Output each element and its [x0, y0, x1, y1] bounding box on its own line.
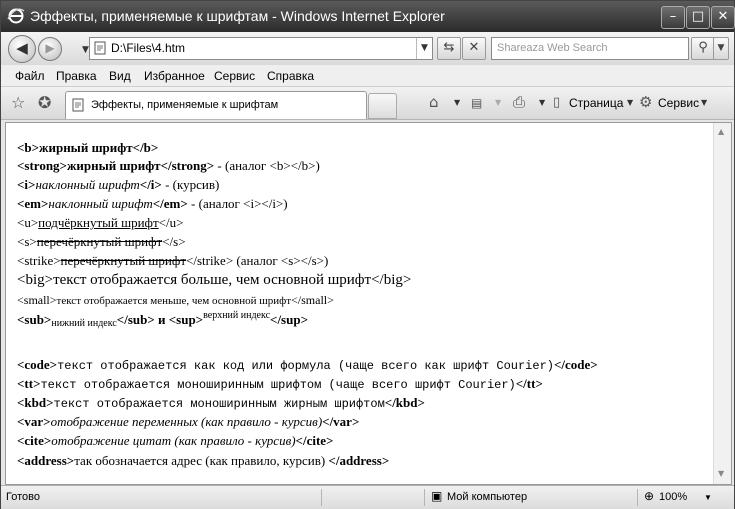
new-tab-button[interactable]	[368, 93, 397, 119]
computer-icon: ▣	[431, 489, 443, 503]
tools-menu[interactable]: Сервис	[658, 96, 699, 110]
title-bar[interactable]: Эффекты, применяемые к шрифтам - Windows…	[1, 1, 735, 32]
status-divider	[424, 489, 425, 506]
feeds-dropdown[interactable]: ▼	[495, 98, 501, 107]
refresh-button[interactable]: ⇆	[437, 37, 461, 60]
content-line: <cite>отображение цитат (как правило - к…	[17, 433, 334, 448]
maximize-button[interactable]: □	[686, 6, 710, 29]
status-text: Готово	[6, 491, 40, 503]
content-line: <kbd>текст отображается моноширинным жир…	[17, 395, 425, 411]
content-line: <strong>жирный шрифт</strong> - (аналог …	[17, 158, 320, 173]
stop-button[interactable]: ✕	[462, 37, 486, 60]
feeds-icon[interactable]: ▤	[471, 96, 482, 110]
scroll-down-icon[interactable]: ▼	[718, 469, 724, 478]
home-icon[interactable]: ⌂	[429, 93, 439, 111]
content-line: <strike>перечёркнутый шрифт</strike> (ан…	[17, 253, 329, 268]
search-input[interactable]: Shareaza Web Search	[497, 42, 607, 54]
close-button[interactable]: ✕	[711, 6, 735, 29]
content-line: <small>текст отображается меньше, чем ос…	[17, 293, 334, 307]
content-line: <s>перечёркнутый шрифт</s>	[17, 234, 186, 249]
gear-icon: ⚙	[639, 93, 653, 111]
page-menu-dropdown[interactable]: ▼	[627, 98, 633, 107]
page-content: <b>жирный шрифт</b> <strong>жирный шрифт…	[5, 122, 732, 485]
favorites-center-icon[interactable]: ☆	[11, 93, 25, 112]
menu-bar: Файл Правка Вид Избранное Сервис Справка	[1, 65, 734, 87]
address-dropdown-button[interactable]: ▼	[416, 38, 432, 59]
address-toolbar: ◀ ▶ ▼ D:\Files\4.htm ▼ ⇆ ✕ Shareaza Web …	[1, 32, 734, 65]
address-input[interactable]: D:\Files\4.htm	[111, 41, 185, 55]
window-title: Эффекты, применяемые к шрифтам - Windows…	[30, 8, 445, 24]
minimize-button[interactable]: –	[661, 6, 685, 29]
tab-active[interactable]: Эффекты, применяемые к шрифтам	[65, 91, 367, 119]
tab-command-bar: ☆ ✪ Эффекты, применяемые к шрифтам ⌂ ▼ ▤…	[1, 87, 734, 120]
content-line: <address>так обозначается адрес (как пра…	[17, 453, 390, 468]
search-button[interactable]: ⚲	[691, 37, 715, 60]
tab-page-icon	[72, 98, 84, 112]
content-line: <var>отображение переменных (как правило…	[17, 414, 360, 429]
content-line: <b>жирный шрифт</b>	[17, 140, 159, 155]
home-dropdown[interactable]: ▼	[454, 98, 460, 107]
content-line: <sub>нижний индекс</sub> и <sup>верхний …	[17, 310, 308, 329]
tools-menu-dropdown[interactable]: ▼	[701, 98, 707, 107]
vertical-scrollbar[interactable]: ▲ ▼	[713, 123, 731, 484]
page-menu[interactable]: Страница	[569, 96, 623, 110]
content-line: <code>текст отображается как код или фор…	[17, 357, 598, 373]
add-favorites-icon[interactable]: ✪	[38, 93, 51, 112]
menu-file[interactable]: Файл	[15, 69, 45, 83]
content-line: <em>наклонный шрифт</em> - (аналог <i></…	[17, 196, 288, 211]
browser-window: Эффекты, применяемые к шрифтам - Windows…	[0, 0, 735, 509]
forward-button[interactable]: ▶	[38, 37, 62, 61]
status-divider	[321, 489, 322, 506]
status-bar: Готово ▣ Мой компьютер ⊕ 100% ▼	[1, 485, 734, 509]
menu-edit[interactable]: Правка	[56, 69, 97, 83]
search-box[interactable]: Shareaza Web Search	[491, 37, 689, 60]
menu-view[interactable]: Вид	[109, 69, 131, 83]
print-dropdown[interactable]: ▼	[539, 98, 545, 107]
search-options-button[interactable]: ▼	[713, 37, 729, 60]
content-line: <tt>текст отображается моноширинным шриф…	[17, 376, 543, 392]
content-line: <u>подчёркнутый шрифт</u>	[17, 215, 184, 230]
zoom-dropdown-icon[interactable]: ▼	[704, 493, 712, 502]
content-line: <i>наклонный шрифт</i> - (курсив)	[17, 177, 220, 192]
page-icon	[94, 41, 106, 55]
menu-favorites[interactable]: Избранное	[144, 69, 205, 83]
menu-help[interactable]: Справка	[267, 69, 314, 83]
back-button[interactable]: ◀	[8, 35, 36, 63]
zoom-icon: ⊕	[644, 489, 655, 503]
status-divider	[637, 489, 638, 506]
tab-title: Эффекты, применяемые к шрифтам	[91, 99, 279, 111]
content-line: <big>текст отображается больше, чем осно…	[17, 272, 412, 288]
security-zone[interactable]: Мой компьютер	[447, 491, 527, 503]
recent-pages-dropdown[interactable]: ▼	[82, 45, 89, 55]
zoom-level[interactable]: 100%	[659, 491, 687, 503]
address-bar[interactable]: D:\Files\4.htm ▼	[89, 37, 433, 60]
ie-logo-icon	[7, 8, 25, 24]
menu-tools[interactable]: Сервис	[214, 69, 255, 83]
page-menu-icon: ▯	[553, 95, 561, 110]
print-icon[interactable]: ⎙	[513, 93, 525, 111]
scroll-up-icon[interactable]: ▲	[718, 127, 724, 136]
